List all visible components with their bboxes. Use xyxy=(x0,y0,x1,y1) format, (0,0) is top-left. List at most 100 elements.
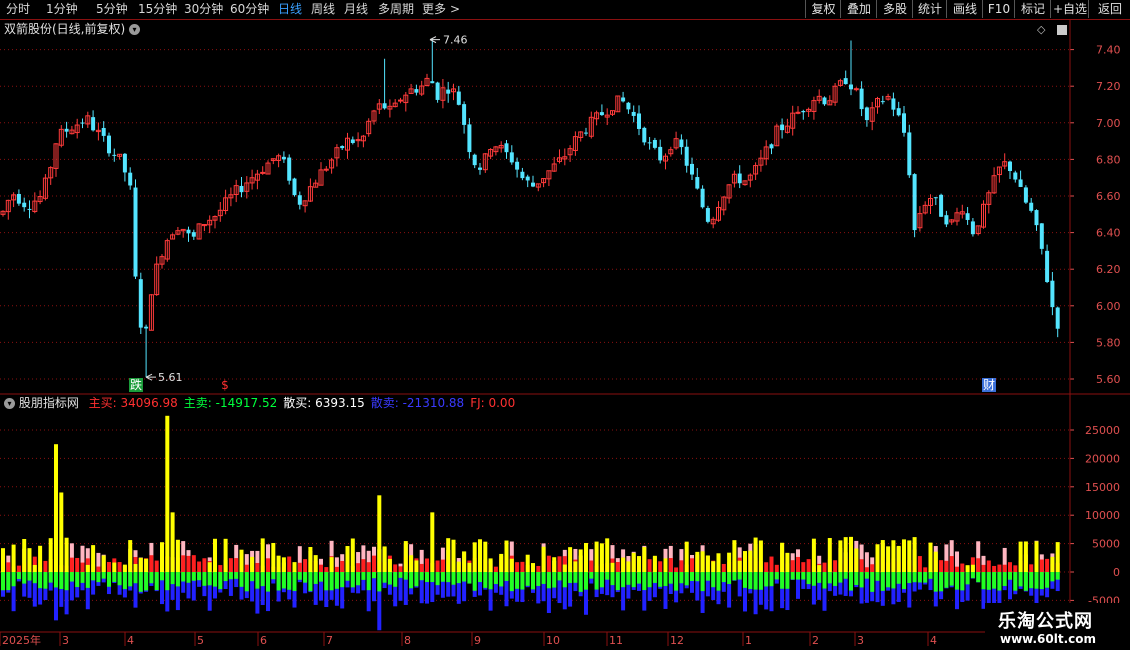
period-tab-1[interactable]: 1分钟 xyxy=(46,1,78,18)
volume-bar-red xyxy=(324,567,329,572)
volume-bar-green xyxy=(207,572,212,586)
volume-bar-green xyxy=(610,572,615,586)
volume-tick-label: 10000 xyxy=(1085,509,1120,522)
volume-bar-green xyxy=(493,572,498,585)
candle-body xyxy=(843,78,848,85)
volume-bar-green xyxy=(764,572,769,587)
volume-bar-green xyxy=(652,572,657,583)
volume-bar-yellow xyxy=(22,538,27,572)
period-tab-6[interactable]: 日线 xyxy=(278,1,302,18)
toolbar-button-0[interactable]: 复权 xyxy=(805,0,841,18)
volume-bar-yellow xyxy=(578,549,583,572)
volume-bar-yellow xyxy=(732,540,737,572)
candle-body xyxy=(849,84,853,90)
volume-bar-yellow xyxy=(250,556,255,572)
volume-bar-green xyxy=(880,572,885,591)
volume-bar-yellow xyxy=(160,542,164,572)
volume-bar-green xyxy=(107,572,111,587)
volume-bar-green xyxy=(48,572,53,583)
toolbar-button-8[interactable]: 返回 xyxy=(1088,0,1130,18)
candle-body xyxy=(531,182,535,187)
candle-body xyxy=(637,113,641,129)
candle-body xyxy=(515,161,520,170)
volume-bar-green xyxy=(43,572,48,589)
dropdown-icon[interactable]: ▾ xyxy=(129,24,141,35)
candle-body xyxy=(1055,307,1060,329)
volume-bar-yellow xyxy=(122,564,127,572)
volume-bar-green xyxy=(705,572,710,581)
toolbar-button-3[interactable]: 统计 xyxy=(912,0,947,18)
volume-bar-green xyxy=(997,572,1002,591)
volume-bar-red xyxy=(997,564,1002,572)
diamond-icon[interactable]: ◇ xyxy=(1037,23,1045,36)
x-axis-label: 8 xyxy=(404,634,411,647)
period-tab-3[interactable]: 15分钟 xyxy=(138,1,177,18)
dropdown-icon[interactable]: ▾ xyxy=(4,398,15,409)
volume-bar-green xyxy=(303,572,308,583)
toolbar-button-4[interactable]: 画线 xyxy=(946,0,983,18)
period-tab-10[interactable]: 更多 xyxy=(422,1,446,18)
candle-body xyxy=(891,98,896,110)
indicator-field-2: 散买: 6393.15 xyxy=(283,396,365,410)
maximize-icon[interactable] xyxy=(1056,25,1067,35)
volume-bar-yellow xyxy=(737,560,742,572)
volume-bar-yellow xyxy=(626,561,631,572)
volume-bar-red xyxy=(356,563,361,572)
volume-bar-yellow xyxy=(907,540,912,572)
toolbar-button-5[interactable]: F10 xyxy=(982,0,1015,18)
candle-body xyxy=(684,146,689,166)
volume-bar-green xyxy=(266,572,270,592)
volume-bar-green xyxy=(690,572,694,581)
volume-bar-yellow xyxy=(170,512,175,572)
volume-bar-yellow xyxy=(101,555,106,572)
volume-bar-red xyxy=(796,556,800,572)
volume-bar-yellow xyxy=(54,444,58,572)
volume-bar-green xyxy=(955,572,959,590)
volume-bar-green xyxy=(568,572,573,584)
volume-bar-green xyxy=(716,572,721,591)
toolbar-button-6[interactable]: 标记 xyxy=(1014,0,1051,18)
candle-body xyxy=(1050,280,1055,308)
volume-bar-yellow xyxy=(377,495,382,572)
candle-body xyxy=(91,117,96,131)
volume-bar-green xyxy=(727,572,732,584)
indicator-field-3: 散卖: -21310.88 xyxy=(370,396,465,410)
period-tab-5[interactable]: 60分钟 xyxy=(230,1,269,18)
volume-bar-green xyxy=(366,572,371,591)
candle-body xyxy=(647,142,652,144)
period-tab-9[interactable]: 多周期 xyxy=(378,1,414,18)
volume-bar-yellow xyxy=(1023,541,1028,572)
volume-bar-red xyxy=(790,560,795,572)
toolbar-button-1[interactable]: 叠加 xyxy=(840,0,877,18)
volume-bar-green xyxy=(668,572,673,584)
volume-bar-yellow xyxy=(827,538,832,572)
candle-body xyxy=(340,146,345,149)
volume-bar-green xyxy=(197,572,202,581)
volume-bar-green xyxy=(1045,572,1050,588)
volume-bar-green xyxy=(117,572,122,586)
volume-bar-red xyxy=(419,563,424,572)
chevron-right-icon[interactable]: > xyxy=(450,1,460,18)
volume-bar-red xyxy=(520,561,525,572)
volume-bar-red xyxy=(1029,564,1034,572)
candle-body xyxy=(1008,161,1012,171)
period-tab-8[interactable]: 月线 xyxy=(344,1,368,18)
candle-body xyxy=(138,279,143,328)
toolbar-button-2[interactable]: 多股 xyxy=(876,0,913,18)
candle-body xyxy=(912,174,917,231)
candle-body xyxy=(907,132,912,176)
volume-bar-yellow xyxy=(138,557,143,572)
volume-bar-yellow xyxy=(446,538,451,572)
volume-bar-green xyxy=(250,572,255,582)
volume-bar-red xyxy=(546,555,551,572)
period-tab-2[interactable]: 5分钟 xyxy=(96,1,128,18)
price-tick-label: 5.80 xyxy=(1096,336,1121,349)
volume-bar-green xyxy=(599,572,604,588)
period-tab-0[interactable]: 分时 xyxy=(6,1,30,18)
period-tab-7[interactable]: 周线 xyxy=(311,1,335,18)
volume-bar-green xyxy=(658,572,663,587)
period-tab-4[interactable]: 30分钟 xyxy=(184,1,223,18)
volume-bar-green xyxy=(849,572,853,591)
volume-tick-label: 20000 xyxy=(1085,452,1120,465)
toolbar-button-7[interactable]: +自选 xyxy=(1050,0,1089,18)
